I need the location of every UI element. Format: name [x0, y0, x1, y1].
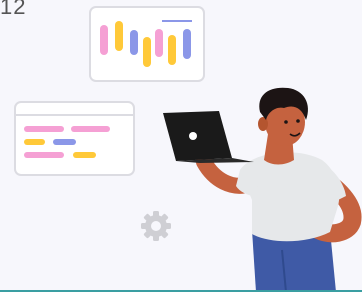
illustration — [0, 6, 362, 292]
gear-icon — [141, 211, 171, 241]
person-figure — [163, 87, 362, 292]
laptop-logo-icon — [189, 132, 197, 140]
laptop — [163, 111, 254, 163]
text-lines-card — [14, 101, 135, 176]
bar-chart-card — [89, 6, 205, 82]
